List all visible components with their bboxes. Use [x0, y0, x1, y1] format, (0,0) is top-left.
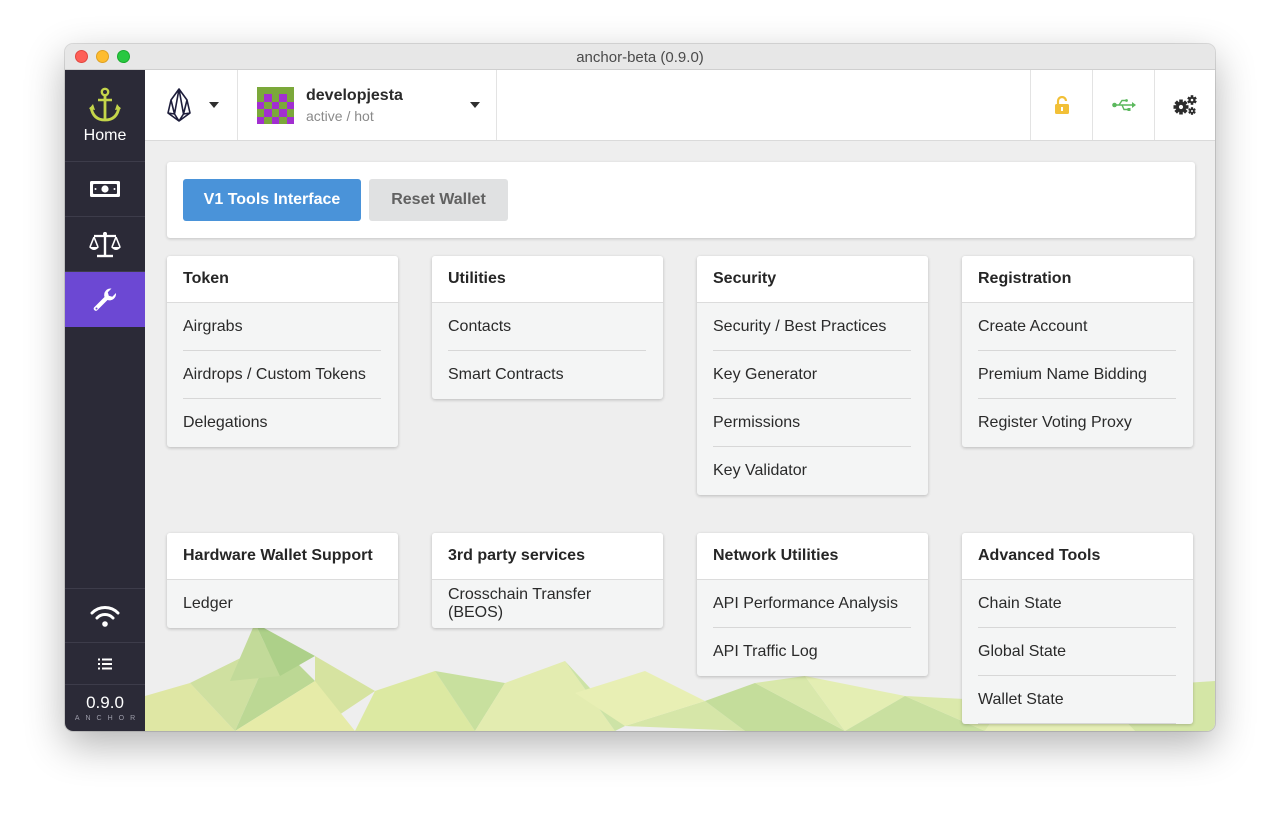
card-title: Token [167, 256, 398, 303]
tool-link-contacts[interactable]: Contacts [448, 303, 646, 351]
sidebar-item-wallet[interactable] [65, 162, 145, 217]
list-icon [98, 658, 112, 670]
sidebar-item-tools[interactable] [65, 272, 145, 327]
tools-card-3rd-party-services: 3rd party services Crosschain Transfer (… [432, 533, 663, 628]
v1-tools-interface-button[interactable]: V1 Tools Interface [183, 179, 361, 221]
tool-link-api-performance-analysis[interactable]: API Performance Analysis [713, 580, 911, 628]
version-badge: 0.9.0 ANCHOR [65, 685, 145, 731]
anchor-icon [88, 87, 122, 123]
sidebar: Home 0.9.0 ANCHOR [65, 70, 145, 731]
tools-card-token: Token Airgrabs Airdrops / Custom Tokens … [167, 256, 398, 447]
tool-link-register-voting-proxy[interactable]: Register Voting Proxy [978, 399, 1176, 447]
top-bar: developjesta active / hot [145, 70, 1215, 141]
tool-link-create-account[interactable]: Create Account [978, 303, 1176, 351]
tool-link-crosschain-transfer[interactable]: Crosschain Transfer (BEOS) [448, 580, 646, 628]
tool-link-delegations[interactable]: Delegations [183, 399, 381, 447]
chevron-down-icon [209, 102, 219, 108]
account-selector[interactable]: developjesta active / hot [238, 70, 497, 140]
tool-link-api-traffic-log[interactable]: API Traffic Log [713, 628, 911, 676]
card-title: Hardware Wallet Support [167, 533, 398, 580]
card-title: Utilities [432, 256, 663, 303]
tool-link-key-validator[interactable]: Key Validator [713, 447, 911, 495]
balance-scale-icon [89, 230, 121, 258]
card-title: Registration [962, 256, 1193, 303]
gears-icon [1173, 95, 1197, 115]
tools-card-network-utilities: Network Utilities API Performance Analys… [697, 533, 928, 676]
tool-link-airgrabs[interactable]: Airgrabs [183, 303, 381, 351]
tools-card-registration: Registration Create Account Premium Name… [962, 256, 1193, 447]
wrench-icon [92, 287, 118, 313]
tools-card-utilities: Utilities Contacts Smart Contracts [432, 256, 663, 399]
account-name: developjesta [306, 87, 403, 104]
tool-link-smart-contracts[interactable]: Smart Contracts [448, 351, 646, 399]
tool-link-wallet-state[interactable]: Wallet State [978, 676, 1176, 724]
card-title: Advanced Tools [962, 533, 1193, 580]
tool-link-global-state[interactable]: Global State [978, 628, 1176, 676]
tool-link-permissions[interactable]: Permissions [713, 399, 911, 447]
sidebar-item-voting[interactable] [65, 217, 145, 272]
settings-button[interactable] [1154, 70, 1215, 140]
usb-icon [1111, 99, 1136, 111]
title-bar: anchor-beta (0.9.0) [65, 44, 1215, 70]
sidebar-item-menu[interactable] [65, 643, 145, 685]
reset-wallet-button[interactable]: Reset Wallet [369, 179, 508, 221]
app-window: anchor-beta (0.9.0) Home 0.9.0 ANCHOR de… [65, 44, 1215, 731]
card-title: Network Utilities [697, 533, 928, 580]
tool-link-chain-state[interactable]: Chain State [978, 580, 1176, 628]
tool-link-premium-name-bidding[interactable]: Premium Name Bidding [978, 351, 1176, 399]
wallet-lock-button[interactable] [1030, 70, 1092, 140]
tool-link-airdrops-custom-tokens[interactable]: Airdrops / Custom Tokens [183, 351, 381, 399]
usb-device-button[interactable] [1092, 70, 1154, 140]
avatar [257, 87, 294, 124]
sidebar-item-connection[interactable] [65, 588, 145, 643]
chevron-down-icon [470, 102, 480, 108]
main-content: V1 Tools Interface Reset Wallet Token Ai… [145, 141, 1215, 731]
tool-link-ledger[interactable]: Ledger [183, 580, 381, 628]
tools-card-hardware-wallet-support: Hardware Wallet Support Ledger [167, 533, 398, 628]
tool-link-security-best-practices[interactable]: Security / Best Practices [713, 303, 911, 351]
tools-card-security: Security Security / Best Practices Key G… [697, 256, 928, 495]
account-permission: active / hot [306, 108, 374, 124]
card-title: Security [697, 256, 928, 303]
money-icon [89, 180, 121, 198]
eos-logo-icon [167, 88, 191, 122]
window-title: anchor-beta (0.9.0) [576, 49, 704, 66]
blockchain-selector[interactable] [145, 70, 238, 140]
tools-toolbar: V1 Tools Interface Reset Wallet [167, 162, 1195, 238]
brand-name: ANCHOR [74, 715, 142, 722]
version-number: 0.9.0 [86, 693, 124, 712]
sidebar-item-home[interactable]: Home [65, 70, 145, 162]
tool-link-key-generator[interactable]: Key Generator [713, 351, 911, 399]
unlock-icon [1054, 96, 1070, 114]
sidebar-home-label: Home [83, 126, 127, 144]
card-title: 3rd party services [432, 533, 663, 580]
tools-card-advanced-tools: Advanced Tools Chain State Global State … [962, 533, 1193, 724]
wifi-icon [90, 604, 120, 628]
